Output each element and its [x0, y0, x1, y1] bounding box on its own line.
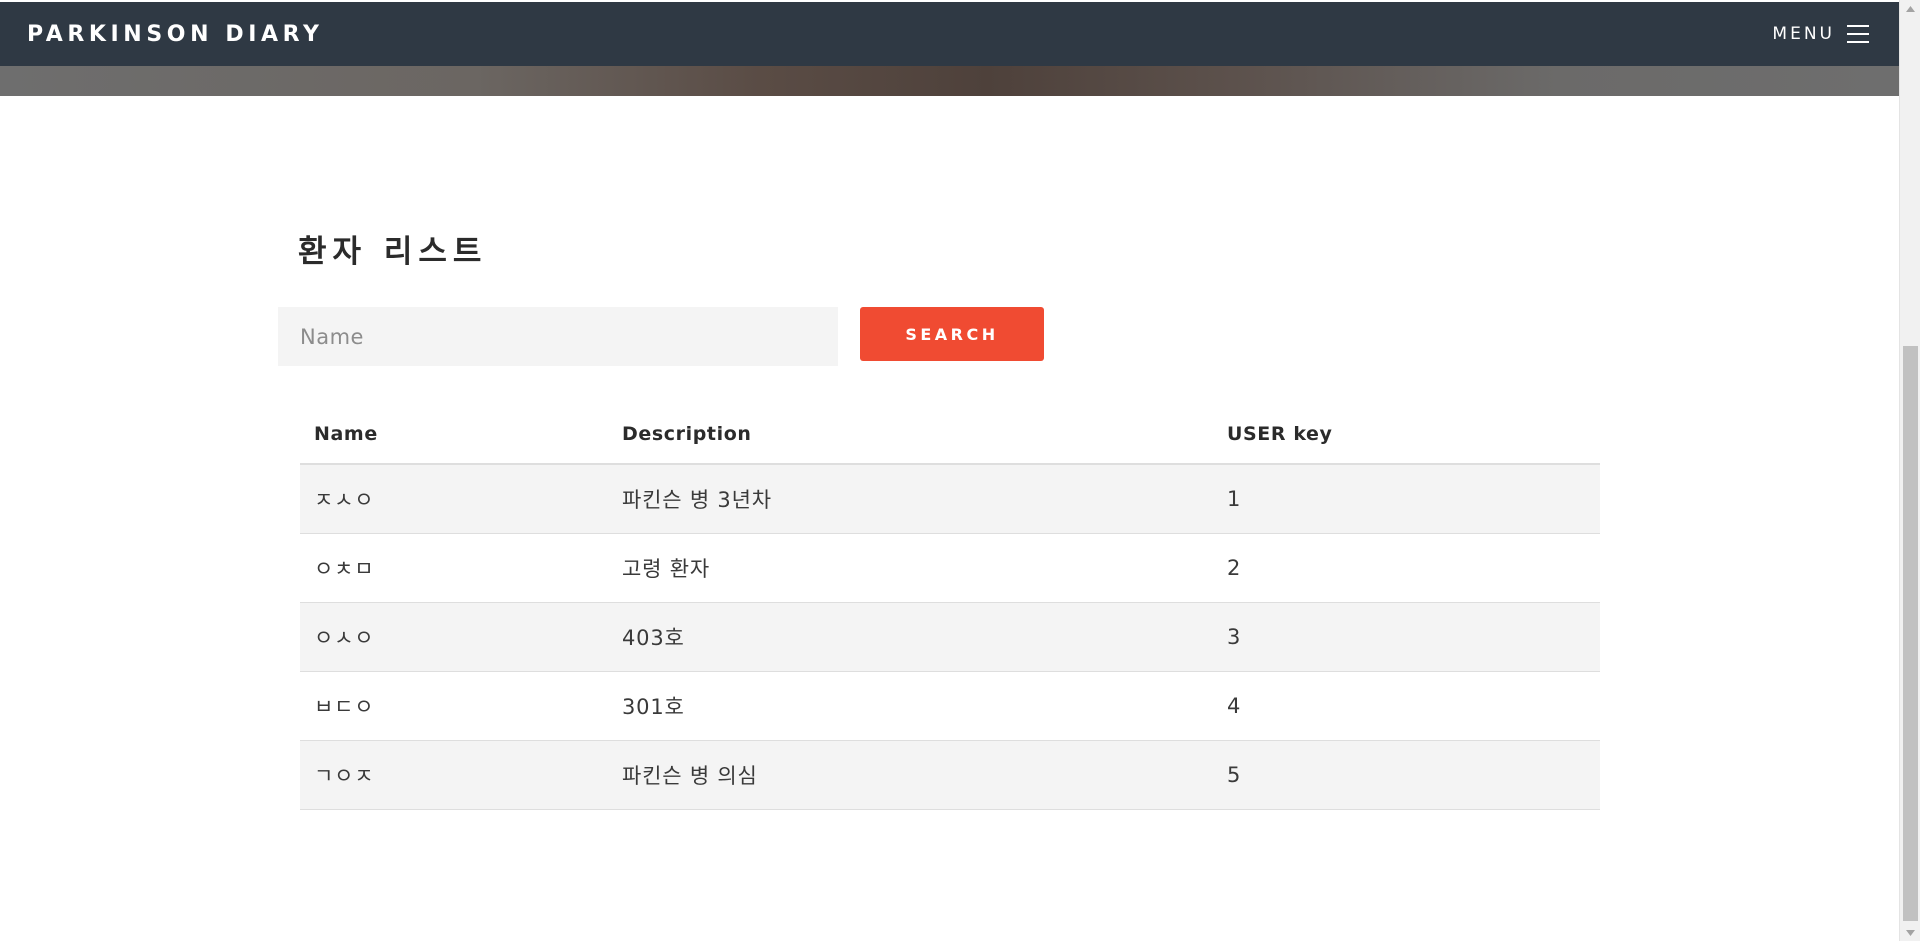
cell-description: 301호 — [608, 671, 1213, 741]
brand-logo-text[interactable]: PARKINSON DIARY — [27, 22, 323, 47]
patient-table: Name Description USER key ㅈㅅㅇ 파킨슨 병 3년차 … — [300, 404, 1600, 810]
hamburger-menu-icon — [1847, 25, 1869, 43]
page-title: 환자 리스트 — [298, 234, 488, 270]
table-row[interactable]: ㅇㅊㅁ 고령 환자 2 — [300, 533, 1600, 603]
cell-user-key: 1 — [1213, 464, 1600, 534]
table-header-row: Name Description USER key — [300, 404, 1600, 465]
cell-user-key: 4 — [1213, 671, 1600, 741]
name-search-input[interactable] — [278, 307, 838, 366]
table-body: ㅈㅅㅇ 파킨슨 병 3년차 1 ㅇㅊㅁ 고령 환자 2 ㅇㅅㅇ 403호 3 ㅂ… — [300, 464, 1600, 810]
hamburger-bar — [1847, 41, 1869, 43]
cell-user-key: 5 — [1213, 740, 1600, 810]
cell-user-key: 3 — [1213, 602, 1600, 672]
cell-name: ㅇㅅㅇ — [300, 602, 608, 672]
page: PARKINSON DIARY MENU 환자 리스트 SEARCH Name … — [0, 0, 1899, 941]
table-header: Name Description USER key — [300, 404, 1600, 465]
cell-description: 403호 — [608, 602, 1213, 672]
table-row[interactable]: ㅂㄷㅇ 301호 4 — [300, 671, 1600, 741]
table-row[interactable]: ㄱㅇㅈ 파킨슨 병 의심 5 — [300, 740, 1600, 810]
cell-name: ㅂㄷㅇ — [300, 671, 608, 741]
top-navbar: PARKINSON DIARY MENU — [0, 2, 1899, 66]
hero-image-strip — [0, 66, 1899, 96]
hamburger-bar — [1847, 33, 1869, 35]
cell-user-key: 2 — [1213, 533, 1600, 603]
scroll-down-arrow-icon[interactable] — [1900, 924, 1920, 941]
column-header-user-key: USER key — [1213, 404, 1600, 465]
cell-description: 파킨슨 병 의심 — [608, 740, 1213, 810]
search-button[interactable]: SEARCH — [860, 307, 1044, 361]
vertical-scrollbar[interactable] — [1899, 0, 1920, 941]
cell-name: ㅈㅅㅇ — [300, 464, 608, 534]
column-header-name: Name — [300, 404, 608, 465]
cell-name: ㅇㅊㅁ — [300, 533, 608, 603]
scroll-up-arrow-icon[interactable] — [1900, 0, 1920, 17]
table-row[interactable]: ㅇㅅㅇ 403호 3 — [300, 602, 1600, 672]
menu-toggle-button[interactable]: MENU — [1772, 24, 1869, 44]
cell-description: 파킨슨 병 3년차 — [608, 464, 1213, 534]
hamburger-bar — [1847, 25, 1869, 27]
table-row[interactable]: ㅈㅅㅇ 파킨슨 병 3년차 1 — [300, 464, 1600, 534]
column-header-description: Description — [608, 404, 1213, 465]
cell-description: 고령 환자 — [608, 533, 1213, 603]
cell-name: ㄱㅇㅈ — [300, 740, 608, 810]
menu-label: MENU — [1772, 24, 1835, 44]
scrollbar-thumb[interactable] — [1903, 346, 1918, 921]
